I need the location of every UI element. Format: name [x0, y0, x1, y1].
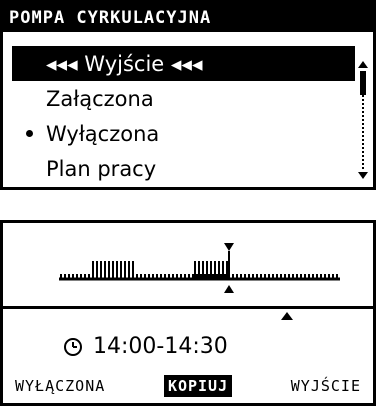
schedule-timeline[interactable]	[3, 223, 373, 303]
timeline-ticks	[60, 261, 338, 279]
scroll-up-icon[interactable]	[358, 61, 368, 68]
scrollbar[interactable]	[358, 61, 368, 179]
menu-item-on[interactable]: Załączona	[12, 81, 355, 116]
menu-item-label: Plan pracy	[46, 156, 157, 181]
menu-item-label: ◂◂◂ Wyjście ◂◂◂	[46, 51, 203, 76]
menu-item-exit[interactable]: ◂◂◂ Wyjście ◂◂◂	[12, 46, 355, 81]
menu-item-schedule[interactable]: Plan pracy	[12, 151, 355, 186]
menu-item-label: Załączona	[46, 86, 154, 111]
clock-icon	[64, 337, 82, 356]
menu-list: ◂◂◂ Wyjście ◂◂◂ Załączona Wyłączona Plan…	[12, 46, 355, 186]
menu-screen: POMPA CYRKULACYJNA ◂◂◂ Wyjście ◂◂◂ Załąc…	[0, 0, 376, 190]
menu-item-label: Wyłączona	[46, 121, 160, 146]
time-range-text: 14:00-14:30	[93, 334, 228, 359]
time-range: 14:00-14:30	[63, 334, 228, 359]
scroll-down-icon[interactable]	[358, 172, 368, 179]
scroll-thumb[interactable]	[360, 71, 366, 95]
timeline-cursor-bottom-icon	[224, 285, 234, 293]
selected-bullet-icon	[25, 130, 33, 137]
time-marker-icon	[281, 312, 293, 320]
schedule-screen: 14:00-14:30 WYŁĄCZONA KOPIUJ WYJŚCIE	[0, 220, 376, 406]
menu-item-off[interactable]: Wyłączona	[12, 116, 355, 151]
divider	[3, 306, 373, 309]
off-button[interactable]: WYŁĄCZONA	[11, 375, 109, 397]
screen-title: POMPA CYRKULACYJNA	[3, 3, 373, 32]
copy-button[interactable]: KOPIUJ	[163, 375, 233, 397]
timeline-cursor-top-icon	[224, 243, 234, 251]
bullet-slot	[12, 130, 46, 137]
footer-actions: WYŁĄCZONA KOPIUJ WYJŚCIE	[3, 369, 373, 403]
exit-button[interactable]: WYJŚCIE	[287, 375, 365, 397]
